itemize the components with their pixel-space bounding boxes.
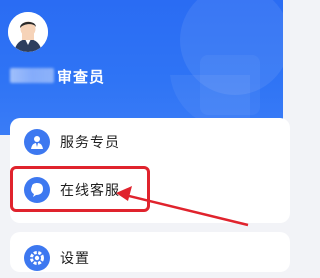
annotation-arrow <box>116 186 249 227</box>
